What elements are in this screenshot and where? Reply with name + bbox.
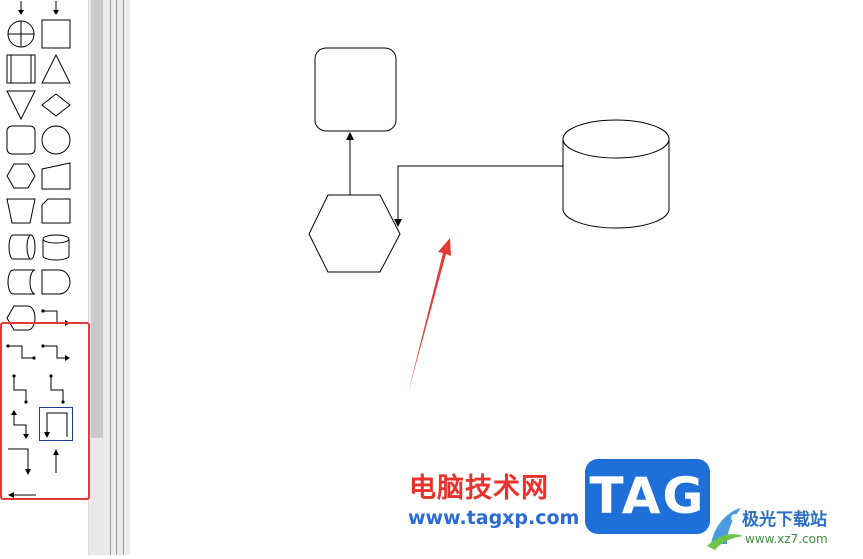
manual-input-icon <box>41 161 71 189</box>
site-logo: 极光下载站 www.xz7.com <box>705 502 863 555</box>
manual-operation-icon <box>6 198 36 224</box>
summing-junction-tool[interactable] <box>4 17 38 51</box>
elbow-connector-dots-icon <box>6 344 36 360</box>
down-arrow-icon <box>53 1 59 15</box>
card-icon <box>41 198 71 224</box>
down-arrow-tool[interactable] <box>39 0 73 15</box>
red-annotation-arrow <box>408 238 451 393</box>
loop-connector-icon <box>44 412 68 438</box>
horizontal-cylinder-icon <box>8 234 36 259</box>
site-logo-url: www.xz7.com <box>745 532 828 546</box>
hexagon-icon <box>6 163 36 188</box>
vertical-elbow-connector-dots-tool[interactable] <box>39 372 73 406</box>
elbow-connector-tool[interactable] <box>39 301 73 335</box>
watermark-url: www.tagxp.com <box>408 507 580 529</box>
summing-junction-icon <box>7 20 35 47</box>
aurora-logo-icon <box>707 508 743 550</box>
vertical-elbow-connector-dots-icon <box>49 373 65 404</box>
palette-scrollbar-thumb[interactable] <box>91 0 103 438</box>
delay-icon <box>41 269 71 295</box>
triangle-icon <box>41 53 71 84</box>
predefined-process-tool[interactable] <box>4 52 38 86</box>
right-angle-arrow-tool[interactable] <box>4 443 38 477</box>
predefined-process-icon <box>6 54 36 84</box>
connector-cylinder-to-hexagon[interactable] <box>394 165 563 227</box>
rounded-square-icon <box>6 125 36 155</box>
circle-icon <box>41 125 71 155</box>
left-arrow-tool[interactable] <box>4 478 38 512</box>
rounded-square-tool[interactable] <box>4 123 38 157</box>
left-arrow-icon <box>8 492 36 498</box>
inverted-triangle-icon <box>6 90 36 120</box>
watermark-cn-text: 电脑技术网 <box>409 473 549 504</box>
stored-data-tool[interactable] <box>4 265 38 299</box>
shape-palette <box>0 0 88 555</box>
inverted-triangle-tool[interactable] <box>4 88 38 122</box>
palette-scrollbar[interactable] <box>88 0 105 555</box>
rounded-rectangle-shape[interactable] <box>314 47 397 132</box>
tag-logo-text: TAG <box>589 467 706 525</box>
square-icon <box>41 19 71 48</box>
elbow-connector-arrow-icon <box>41 344 70 361</box>
circle-tool[interactable] <box>39 123 73 157</box>
up-arrow-icon <box>53 448 59 473</box>
card-tool[interactable] <box>39 194 73 228</box>
vertical-elbow-connector-tool[interactable] <box>4 372 38 406</box>
loop-connector-tool[interactable] <box>39 407 73 441</box>
diamond-icon <box>41 92 71 117</box>
site-logo-name: 极光下载站 <box>742 510 827 530</box>
hexagon-tool[interactable] <box>4 159 38 193</box>
elbow-connector-dots-tool[interactable] <box>4 336 38 370</box>
triangle-tool[interactable] <box>39 52 73 86</box>
splitter-line <box>116 0 117 555</box>
panel-splitter[interactable] <box>104 0 130 555</box>
elbow-connector-icon <box>41 308 70 326</box>
diamond-tool[interactable] <box>39 88 73 122</box>
cylinder-icon <box>42 234 70 260</box>
vertical-elbow-arrow-tool[interactable] <box>4 407 38 441</box>
manual-input-tool[interactable] <box>39 159 73 193</box>
splitter-line <box>123 0 124 555</box>
stored-data-icon <box>7 269 36 295</box>
cylinder-tool[interactable] <box>39 230 73 264</box>
up-arrow-tool[interactable] <box>39 443 73 477</box>
vertical-elbow-connector-icon <box>12 373 28 404</box>
cylinder-shape[interactable] <box>562 119 670 229</box>
display-tool[interactable] <box>4 301 38 335</box>
square-tool[interactable] <box>39 17 73 51</box>
tag-logo: TAG <box>585 459 710 534</box>
right-angle-arrow-icon <box>8 448 31 475</box>
hexagon-shape[interactable] <box>308 194 401 273</box>
horizontal-cylinder-tool[interactable] <box>4 230 38 264</box>
delay-tool[interactable] <box>39 265 73 299</box>
splitter-line <box>110 0 111 555</box>
display-icon <box>6 305 36 330</box>
vertical-elbow-arrow-icon <box>11 410 29 439</box>
manual-operation-tool[interactable] <box>4 194 38 228</box>
elbow-connector-arrow-tool[interactable] <box>39 336 73 370</box>
down-arrow-icon <box>18 1 24 15</box>
down-arrow-tool[interactable] <box>4 0 38 15</box>
